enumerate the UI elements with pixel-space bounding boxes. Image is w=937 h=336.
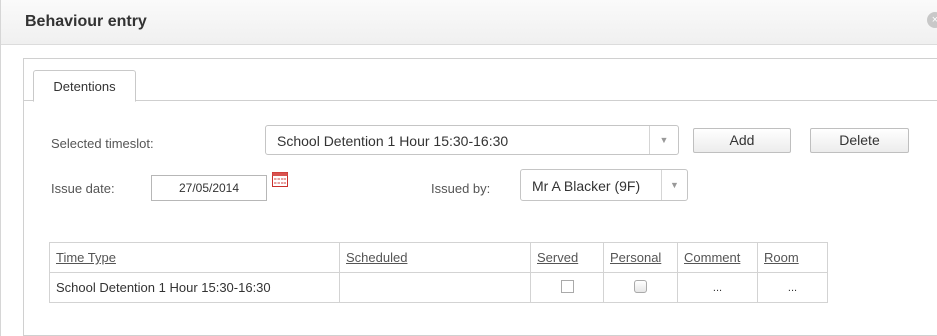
title-bar: Behaviour entry × bbox=[1, 0, 937, 45]
column-header-time-type[interactable]: Time Type bbox=[49, 242, 340, 273]
cell-time-type: School Detention 1 Hour 15:30-16:30 bbox=[49, 272, 340, 303]
comment-cell[interactable]: ... bbox=[677, 272, 758, 303]
room-cell[interactable]: ... bbox=[757, 272, 828, 303]
column-header-comment[interactable]: Comment bbox=[677, 242, 758, 273]
timeslot-label: Selected timeslot: bbox=[51, 136, 154, 151]
dialog-title: Behaviour entry bbox=[25, 13, 147, 30]
column-header-room[interactable]: Room bbox=[757, 242, 828, 273]
calendar-icon[interactable] bbox=[272, 172, 288, 187]
served-checkbox[interactable] bbox=[560, 279, 574, 293]
timeslot-value: School Detention 1 Hour 15:30-16:30 bbox=[277, 133, 509, 149]
add-button[interactable]: Add bbox=[693, 128, 791, 153]
detentions-table: Time Type Scheduled Served Personal Comm… bbox=[49, 242, 828, 303]
issued-by-value: Mr A Blacker (9F) bbox=[532, 178, 641, 194]
cell-personal bbox=[603, 272, 678, 303]
column-header-personal[interactable]: Personal bbox=[603, 242, 678, 273]
cell-served bbox=[530, 272, 604, 303]
chevron-down-icon[interactable]: ▼ bbox=[661, 170, 687, 200]
column-header-scheduled[interactable]: Scheduled bbox=[339, 242, 531, 273]
cell-scheduled bbox=[339, 272, 531, 303]
issue-date-field[interactable]: 27/05/2014 bbox=[151, 175, 267, 201]
timeslot-select[interactable]: School Detention 1 Hour 15:30-16:30 ▼ bbox=[265, 125, 679, 155]
close-icon[interactable]: × bbox=[927, 12, 937, 28]
behaviour-entry-dialog: Behaviour entry × Detentions Selected ti… bbox=[0, 0, 937, 336]
table-header-row: Time Type Scheduled Served Personal Comm… bbox=[49, 242, 828, 273]
tab-detentions[interactable]: Detentions bbox=[33, 70, 136, 102]
column-header-served[interactable]: Served bbox=[530, 242, 604, 273]
personal-checkbox[interactable] bbox=[634, 279, 647, 293]
issue-date-label: Issue date: bbox=[51, 181, 115, 196]
table-row: School Detention 1 Hour 15:30-16:30 ... … bbox=[49, 272, 828, 303]
issued-by-select[interactable]: Mr A Blacker (9F) ▼ bbox=[520, 169, 688, 201]
tab-bar bbox=[23, 58, 937, 101]
chevron-down-icon[interactable]: ▼ bbox=[649, 126, 678, 154]
delete-button[interactable]: Delete bbox=[810, 128, 909, 153]
issued-by-label: Issued by: bbox=[431, 181, 491, 196]
